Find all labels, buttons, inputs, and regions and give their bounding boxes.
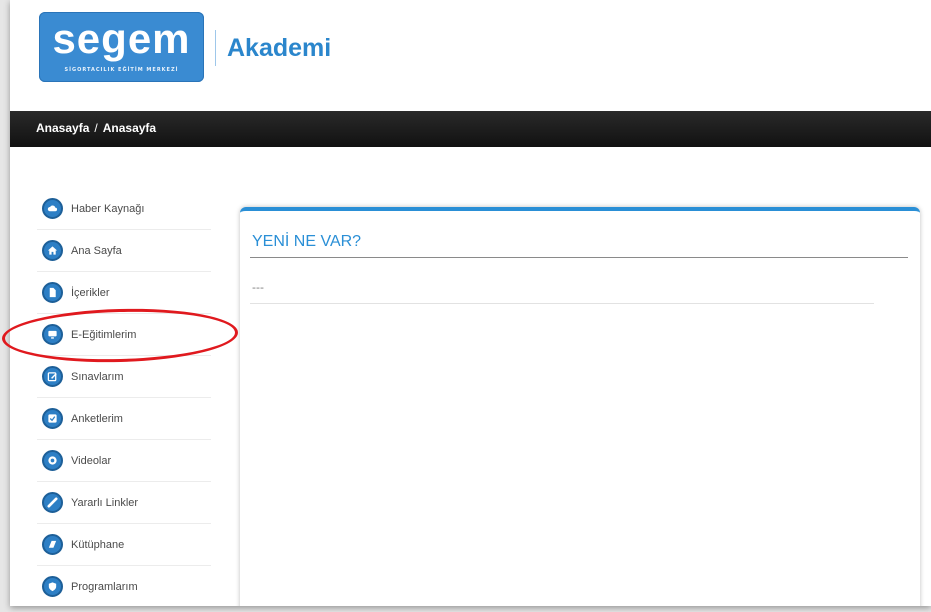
sidebar-menu: Haber Kaynağı Ana Sayfa İçerikler E-Eğit…: [37, 188, 211, 606]
link-icon: [42, 492, 63, 513]
sidebar-item-label: Haber Kaynağı: [71, 202, 145, 215]
breadcrumb-separator: /: [94, 121, 98, 135]
sidebar-item-label: Yararlı Linkler: [71, 496, 139, 509]
breadcrumb-bar: Anasayfa / Anasayfa: [10, 111, 931, 147]
content-divider: [250, 303, 874, 304]
logo-subtitle: SİGORTACILIK EĞİTİM MERKEZİ: [64, 67, 179, 73]
home-icon: [42, 240, 63, 261]
sidebar-item-videolar[interactable]: Videolar: [37, 440, 211, 482]
breadcrumb-item-home[interactable]: Anasayfa: [36, 121, 89, 135]
sidebar-item-label: Anketlerim: [71, 412, 123, 425]
book-icon: [42, 534, 63, 555]
sidebar-item-label: Ana Sayfa: [71, 244, 122, 257]
play-icon: [42, 450, 63, 471]
segem-logo[interactable]: segem SİGORTACILIK EĞİTİM MERKEZİ: [39, 12, 204, 82]
sidebar-item-sinavlarim[interactable]: Sınavlarım: [37, 356, 211, 398]
sidebar-item-ana-sayfa[interactable]: Ana Sayfa: [37, 230, 211, 272]
breadcrumb-item-current[interactable]: Anasayfa: [103, 121, 156, 135]
panel-content: ---: [252, 281, 264, 294]
page-frame: segem SİGORTACILIK EĞİTİM MERKEZİ Akadem…: [10, 0, 931, 606]
sidebar-item-label: Sınavlarım: [71, 370, 124, 383]
whats-new-panel: YENİ NE VAR? ---: [240, 207, 920, 606]
sidebar-item-anketlerim[interactable]: Anketlerim: [37, 398, 211, 440]
edit-icon: [42, 366, 63, 387]
sidebar-item-yararli-linkler[interactable]: Yararlı Linkler: [37, 482, 211, 524]
site-name: Akademi: [227, 34, 332, 62]
shield-icon: [42, 576, 63, 597]
checklist-icon: [42, 408, 63, 429]
sidebar-item-label: Kütüphane: [71, 538, 125, 551]
sidebar-item-icerikler[interactable]: İçerikler: [37, 272, 211, 314]
sidebar-item-label: Videolar: [71, 454, 112, 467]
sidebar-item-kutuphane[interactable]: Kütüphane: [37, 524, 211, 566]
document-icon: [42, 282, 63, 303]
sidebar-item-programlarim[interactable]: Programlarım: [37, 566, 211, 606]
sidebar-item-haber-kaynagi[interactable]: Haber Kaynağı: [37, 188, 211, 230]
title-divider: [250, 257, 908, 258]
logo-text: segem: [52, 15, 191, 62]
sidebar-item-label: İçerikler: [71, 286, 110, 299]
cloud-icon: [42, 198, 63, 219]
panel-title: YENİ NE VAR?: [252, 233, 362, 250]
breadcrumb: Anasayfa / Anasayfa: [36, 121, 156, 135]
header-divider: [215, 30, 216, 66]
sidebar-item-label: Programlarım: [71, 580, 138, 593]
